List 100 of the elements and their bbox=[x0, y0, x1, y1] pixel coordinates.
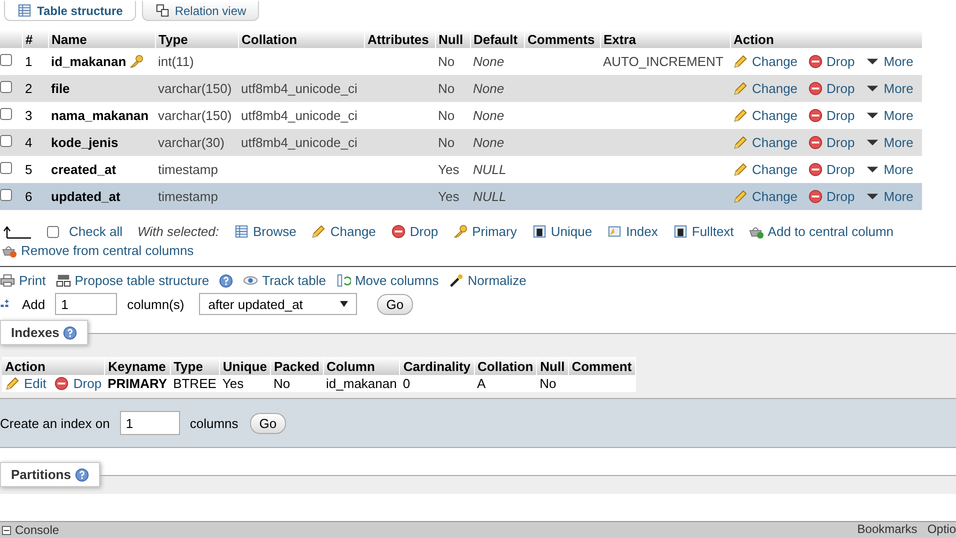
remove-central-link[interactable]: Remove from central columns bbox=[2, 243, 194, 258]
change-link[interactable]: Change bbox=[733, 189, 798, 204]
row-checkbox[interactable] bbox=[0, 162, 12, 174]
more-link[interactable]: More bbox=[864, 189, 914, 204]
primary-link[interactable]: Primary bbox=[453, 224, 517, 239]
key-icon bbox=[453, 224, 468, 239]
table-cell: No bbox=[270, 375, 324, 392]
section-legend: Partitions bbox=[0, 462, 100, 487]
key-icon bbox=[129, 54, 144, 69]
row-checkbox[interactable] bbox=[0, 108, 12, 120]
help-icon[interactable] bbox=[74, 468, 89, 482]
column-header: Name bbox=[48, 30, 155, 48]
more-link[interactable]: More bbox=[864, 162, 914, 177]
section-legend: Indexes bbox=[0, 320, 88, 345]
dropdown-caret-icon bbox=[340, 300, 348, 308]
table-cell: None bbox=[470, 102, 524, 129]
change-link[interactable]: Change bbox=[733, 162, 798, 177]
print-link[interactable]: Print bbox=[0, 273, 46, 288]
column-header: Action bbox=[2, 357, 105, 375]
drop-link[interactable]: Drop bbox=[54, 376, 102, 391]
with-selected-label: With selected: bbox=[137, 224, 219, 239]
pencil-icon bbox=[733, 162, 748, 177]
unique-link[interactable]: Unique bbox=[532, 224, 592, 239]
add-label: Add bbox=[22, 296, 46, 312]
index-link[interactable]: Index bbox=[607, 224, 658, 239]
drop-link[interactable]: Drop bbox=[808, 108, 855, 123]
table-icon bbox=[17, 3, 32, 18]
table-cell: Yes bbox=[219, 375, 270, 392]
console-link[interactable]: Optio bbox=[927, 522, 956, 538]
change-link[interactable]: Change bbox=[733, 108, 798, 123]
unit-label: columns bbox=[190, 416, 238, 430]
index-column-count-field[interactable]: 1 bbox=[120, 411, 180, 435]
edit-link[interactable]: Edit bbox=[5, 376, 46, 391]
unit-label: column(s) bbox=[127, 296, 184, 312]
table-cell: A bbox=[474, 375, 537, 392]
fulltext-link[interactable]: Fulltext bbox=[672, 224, 734, 239]
column-count-field[interactable]: 1 bbox=[55, 293, 118, 315]
column-header: Null bbox=[435, 30, 470, 48]
row-number-cell: 1 bbox=[22, 48, 48, 75]
row-checkbox[interactable] bbox=[0, 81, 12, 93]
add-central-link[interactable]: Add to central column bbox=[748, 224, 894, 239]
column-header: Type bbox=[170, 357, 220, 375]
drop-icon bbox=[808, 135, 823, 150]
column-header: Packed bbox=[270, 357, 324, 375]
console-label[interactable]: Console bbox=[15, 523, 60, 537]
pencil-icon bbox=[733, 81, 748, 96]
column-header: Default bbox=[470, 30, 524, 48]
drop-link[interactable]: Drop bbox=[390, 224, 438, 239]
table-icon bbox=[234, 224, 249, 239]
column-header: Column bbox=[323, 357, 400, 375]
more-link[interactable]: More bbox=[864, 54, 914, 69]
drop-icon bbox=[808, 108, 823, 123]
column-header: Comment bbox=[568, 357, 636, 375]
table-cell: No bbox=[435, 102, 470, 129]
go-button[interactable]: Go bbox=[250, 412, 286, 434]
table-cell: utf8mb4_unicode_ci bbox=[238, 102, 364, 129]
move-link[interactable]: Move columns bbox=[336, 273, 439, 288]
go-button[interactable]: Go bbox=[377, 294, 413, 314]
check-all-checkbox[interactable] bbox=[47, 226, 59, 238]
change-link[interactable]: Change bbox=[311, 224, 376, 239]
table-cell: varchar(30) bbox=[155, 129, 238, 156]
table-cell: No bbox=[536, 375, 568, 392]
drop-link[interactable]: Drop bbox=[808, 189, 855, 204]
column-header: Collation bbox=[474, 357, 537, 375]
tab[interactable]: Table structure bbox=[4, 1, 136, 21]
tab[interactable]: Relation view bbox=[142, 1, 260, 21]
row-checkbox[interactable] bbox=[0, 135, 12, 147]
column-header: Keyname bbox=[104, 357, 170, 375]
propose-link[interactable]: Propose table structure bbox=[56, 273, 210, 288]
table-cell: timestamp bbox=[155, 183, 238, 210]
drop-link[interactable]: Drop bbox=[808, 135, 855, 150]
drop-icon bbox=[390, 224, 406, 239]
row-checkbox[interactable] bbox=[0, 189, 12, 201]
more-link[interactable]: More bbox=[864, 81, 914, 96]
help-icon[interactable] bbox=[219, 274, 234, 288]
change-link[interactable]: Change bbox=[733, 135, 798, 150]
console-link[interactable]: Bookmarks bbox=[857, 522, 918, 538]
pencil-icon bbox=[733, 135, 748, 150]
drop-link[interactable]: Drop bbox=[808, 162, 855, 177]
table-cell: NULL bbox=[470, 156, 524, 183]
column-header: Null bbox=[536, 357, 568, 375]
drop-link[interactable]: Drop bbox=[808, 81, 855, 96]
change-link[interactable]: Change bbox=[733, 81, 798, 96]
drop-icon bbox=[808, 81, 823, 96]
check-all-label[interactable]: Check all bbox=[69, 224, 122, 239]
more-link[interactable]: More bbox=[864, 108, 914, 123]
change-link[interactable]: Change bbox=[733, 54, 798, 69]
drop-link[interactable]: Drop bbox=[808, 54, 855, 69]
more-link[interactable]: More bbox=[864, 135, 914, 150]
columns-icon bbox=[336, 273, 351, 288]
help-icon[interactable] bbox=[63, 326, 78, 340]
normalize-link[interactable]: Normalize bbox=[448, 273, 526, 288]
table-cell: AUTO_INCREMENT bbox=[600, 48, 730, 75]
browse-link[interactable]: Browse bbox=[234, 224, 296, 239]
position-select[interactable]: after updated_at bbox=[199, 293, 358, 315]
create-index-label: Create an index on bbox=[0, 416, 110, 430]
track-link[interactable]: Track table bbox=[243, 273, 326, 288]
index-icon bbox=[607, 224, 622, 239]
row-checkbox[interactable] bbox=[0, 54, 12, 66]
column-name: updated_at bbox=[51, 189, 120, 204]
